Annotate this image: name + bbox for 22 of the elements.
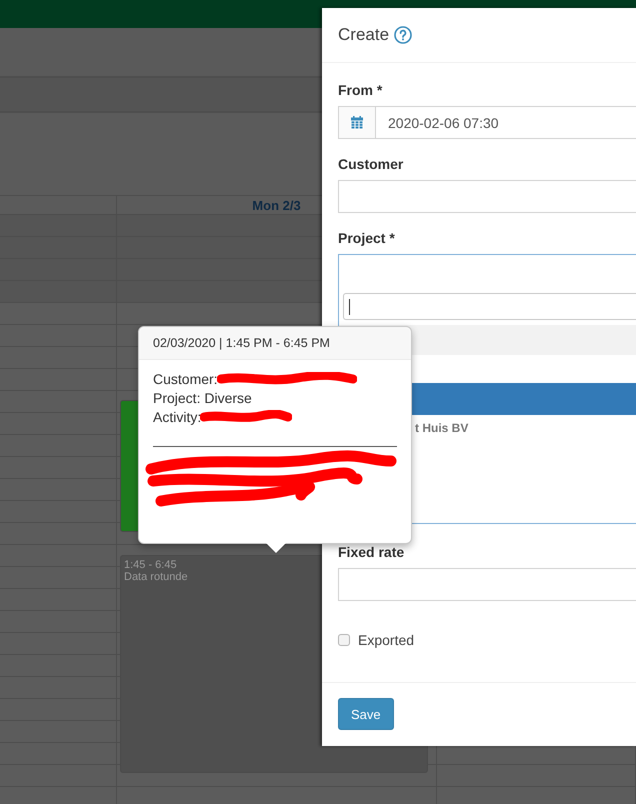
field-label: From * bbox=[338, 81, 384, 99]
panel-title: Create bbox=[338, 25, 390, 45]
calendar-icon bbox=[351, 116, 363, 129]
checkbox[interactable] bbox=[338, 634, 350, 646]
tooltip-header: 02/03/2020 | 1:45 PM - 6:45 PM bbox=[139, 327, 411, 360]
day-heading: Mon 2/3 bbox=[252, 198, 301, 212]
text-field[interactable] bbox=[338, 180, 636, 213]
event-time: 1:45 - 6:45 bbox=[124, 559, 177, 571]
tooltip-line: Customer: bbox=[153, 370, 218, 386]
field-label: Customer bbox=[338, 155, 404, 173]
text-field[interactable] bbox=[338, 568, 636, 601]
save-button[interactable]: Save bbox=[338, 698, 394, 730]
help-icon bbox=[394, 26, 412, 44]
tooltip-line: Activity: bbox=[153, 408, 202, 424]
date-field[interactable]: 2020-02-06 07:30 bbox=[338, 106, 636, 139]
field-label: Project * bbox=[338, 229, 396, 247]
tooltip-line: Project: Diverse bbox=[153, 390, 252, 406]
event-title: Data rotunde bbox=[124, 571, 188, 583]
option-group-label: t Huis BV bbox=[414, 420, 470, 435]
checkbox-label: Exported bbox=[358, 632, 414, 648]
text-cursor-icon bbox=[349, 299, 350, 315]
dropdown-search-field[interactable] bbox=[343, 293, 636, 320]
